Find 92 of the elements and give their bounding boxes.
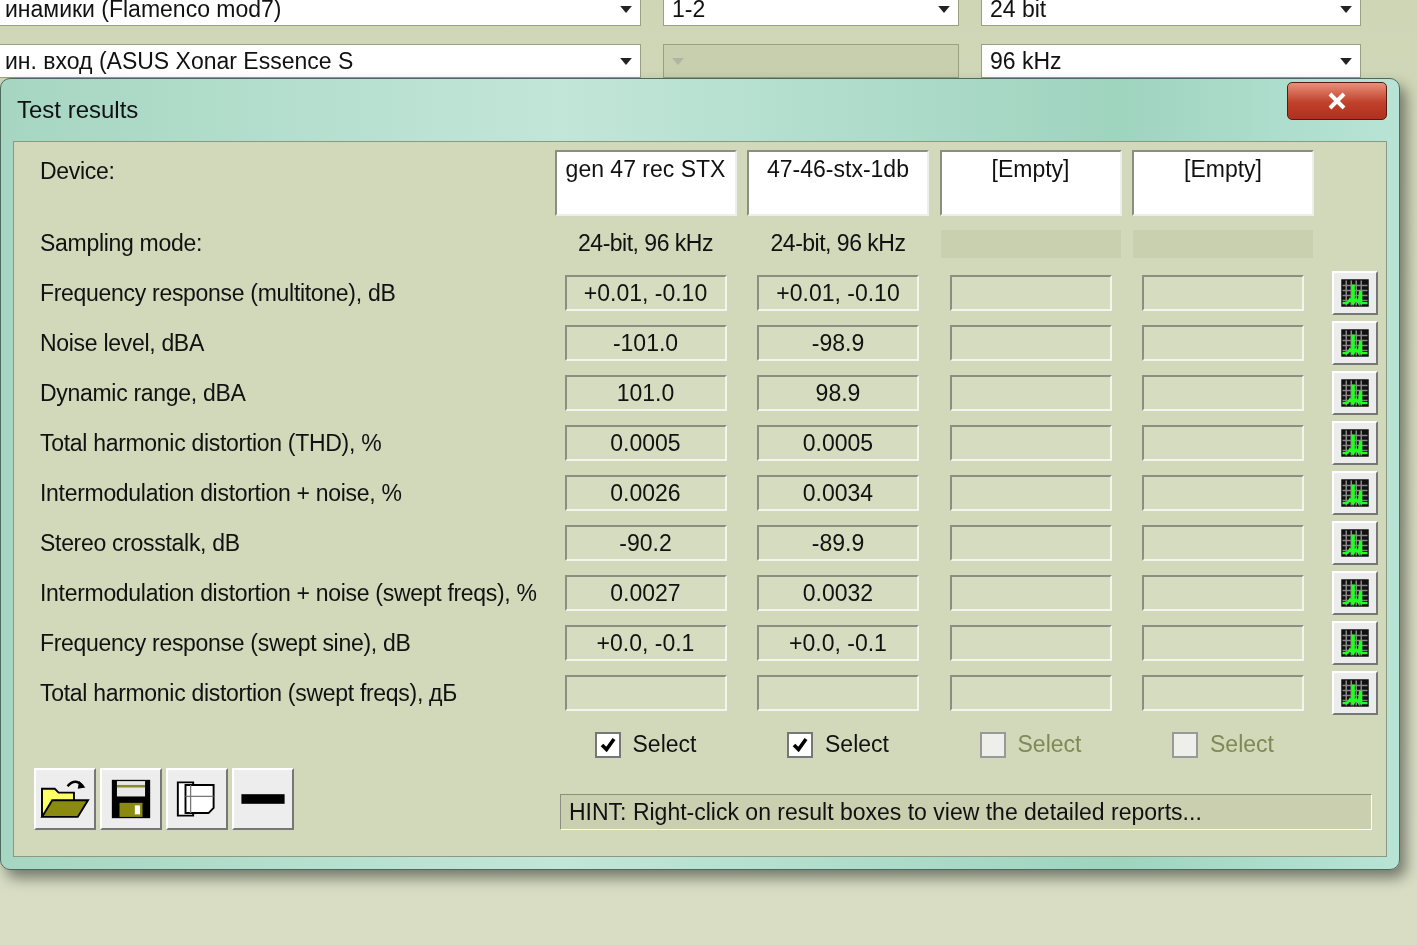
sampling-mode-text: 24-bit, 96 kHz — [770, 229, 906, 258]
caret-icon — [620, 5, 632, 13]
dropdown[interactable]: 1-2 — [663, 0, 959, 26]
result-box[interactable]: +0.01, -0.10 — [757, 275, 919, 311]
result-box[interactable] — [949, 325, 1112, 361]
result-box[interactable]: 0.0005 — [757, 425, 919, 461]
spectrum-graph-icon — [1340, 528, 1370, 558]
caret-icon — [620, 57, 632, 65]
graph-button[interactable] — [1332, 471, 1378, 515]
result-box[interactable] — [1142, 375, 1304, 411]
result-box[interactable] — [1142, 575, 1304, 611]
spectrum-graph-icon — [1340, 278, 1370, 308]
result-box[interactable]: 0.0032 — [757, 575, 919, 611]
metric-label: Frequency response (swept sine), dB — [40, 629, 412, 657]
result-box[interactable]: +0.0, -0.1 — [564, 625, 727, 661]
graph-button[interactable] — [1332, 421, 1378, 465]
caret-icon — [1340, 5, 1352, 13]
result-box[interactable] — [564, 675, 727, 711]
metric-label: Stereo crosstalk, dB — [40, 529, 241, 557]
result-box[interactable] — [1142, 675, 1304, 711]
select-checkbox[interactable]: Select — [787, 721, 889, 768]
result-box[interactable] — [949, 625, 1112, 661]
dropdown[interactable]: 96 kHz — [981, 44, 1361, 78]
result-box[interactable]: -90.2 — [564, 525, 727, 561]
result-box[interactable]: -98.9 — [757, 325, 919, 361]
hint-text: HINT: Right-click on result boxes to view the detailed reports... — [560, 794, 1372, 830]
spectrum-graph-icon — [1340, 378, 1370, 408]
result-box[interactable] — [949, 525, 1112, 561]
select-checkbox[interactable]: Select — [594, 721, 697, 768]
device-name-field[interactable]: 47-46-stx-1db — [747, 150, 929, 216]
result-box[interactable] — [949, 675, 1112, 711]
result-box[interactable] — [949, 475, 1112, 511]
check-icon — [598, 735, 617, 754]
result-box[interactable] — [757, 675, 919, 711]
remove-button[interactable] — [232, 768, 294, 830]
metric-label: Dynamic range, dBA — [40, 379, 247, 407]
dropdown[interactable]: ин. вход (ASUS Xonar Essence S — [0, 44, 641, 78]
caret-icon — [672, 57, 684, 65]
metric-label: Total harmonic distortion (swept freqs), дБ — [40, 679, 458, 707]
result-box[interactable]: +0.01, -0.10 — [564, 275, 727, 311]
result-box[interactable] — [1142, 425, 1304, 461]
spectrum-graph-icon — [1340, 328, 1370, 358]
result-box[interactable]: 0.0005 — [564, 425, 727, 461]
spectrum-graph-icon — [1340, 678, 1370, 708]
result-box[interactable] — [1142, 525, 1304, 561]
result-box[interactable] — [949, 575, 1112, 611]
graph-button[interactable] — [1332, 621, 1378, 665]
result-box[interactable] — [949, 375, 1112, 411]
sampling-mode-text: 24-bit, 96 kHz — [578, 229, 713, 258]
graph-button[interactable] — [1332, 371, 1378, 415]
result-box[interactable]: 98.9 — [757, 375, 919, 411]
copy-button[interactable] — [166, 768, 228, 830]
graph-button[interactable] — [1332, 571, 1378, 615]
result-box[interactable] — [1142, 625, 1304, 661]
result-box[interactable] — [1142, 475, 1304, 511]
caret-icon — [1340, 57, 1352, 65]
spectrum-graph-icon — [1340, 628, 1370, 658]
spectrum-graph-icon — [1340, 478, 1370, 508]
metric-label: Total harmonic distortion (THD), % — [40, 429, 383, 457]
minus-icon — [240, 793, 286, 805]
field-label: Sampling mode: — [40, 230, 203, 257]
dropdown[interactable]: инамики (Flamenco mod7) — [0, 0, 641, 26]
result-box[interactable]: 0.0034 — [757, 475, 919, 511]
result-box[interactable] — [1142, 275, 1304, 311]
open-button[interactable] — [34, 768, 96, 830]
window-title: Test results — [16, 96, 139, 124]
spectrum-graph-icon — [1340, 428, 1370, 458]
result-box[interactable] — [949, 275, 1112, 311]
graph-button[interactable] — [1332, 271, 1378, 315]
device-name-field[interactable]: gen 47 rec STX — [554, 150, 737, 216]
field-label: Device: — [40, 157, 116, 185]
save-button[interactable] — [100, 768, 162, 830]
result-box[interactable]: -89.9 — [757, 525, 919, 561]
metric-label: Frequency response (multitone), dB — [40, 279, 397, 307]
graph-button[interactable] — [1332, 521, 1378, 565]
dropdown[interactable]: 24 bit — [981, 0, 1361, 26]
result-box[interactable]: 0.0026 — [564, 475, 727, 511]
check-icon — [791, 735, 810, 754]
result-box[interactable]: -101.0 — [564, 325, 727, 361]
graph-button[interactable] — [1332, 671, 1378, 715]
metric-label: Noise level, dBA — [40, 329, 205, 357]
graph-button[interactable] — [1332, 321, 1378, 365]
caret-icon — [938, 5, 950, 13]
spectrum-graph-icon — [1340, 578, 1370, 608]
metric-label: Intermodulation distortion + noise, % — [40, 479, 403, 507]
metric-label: Intermodulation distortion + noise (swept freqs), % — [40, 579, 538, 607]
close-button[interactable] — [1287, 82, 1387, 120]
result-box[interactable] — [949, 425, 1112, 461]
result-box[interactable]: 0.0027 — [564, 575, 727, 611]
result-box[interactable]: 101.0 — [564, 375, 727, 411]
result-box[interactable]: +0.0, -0.1 — [757, 625, 919, 661]
result-box[interactable] — [1142, 325, 1304, 361]
